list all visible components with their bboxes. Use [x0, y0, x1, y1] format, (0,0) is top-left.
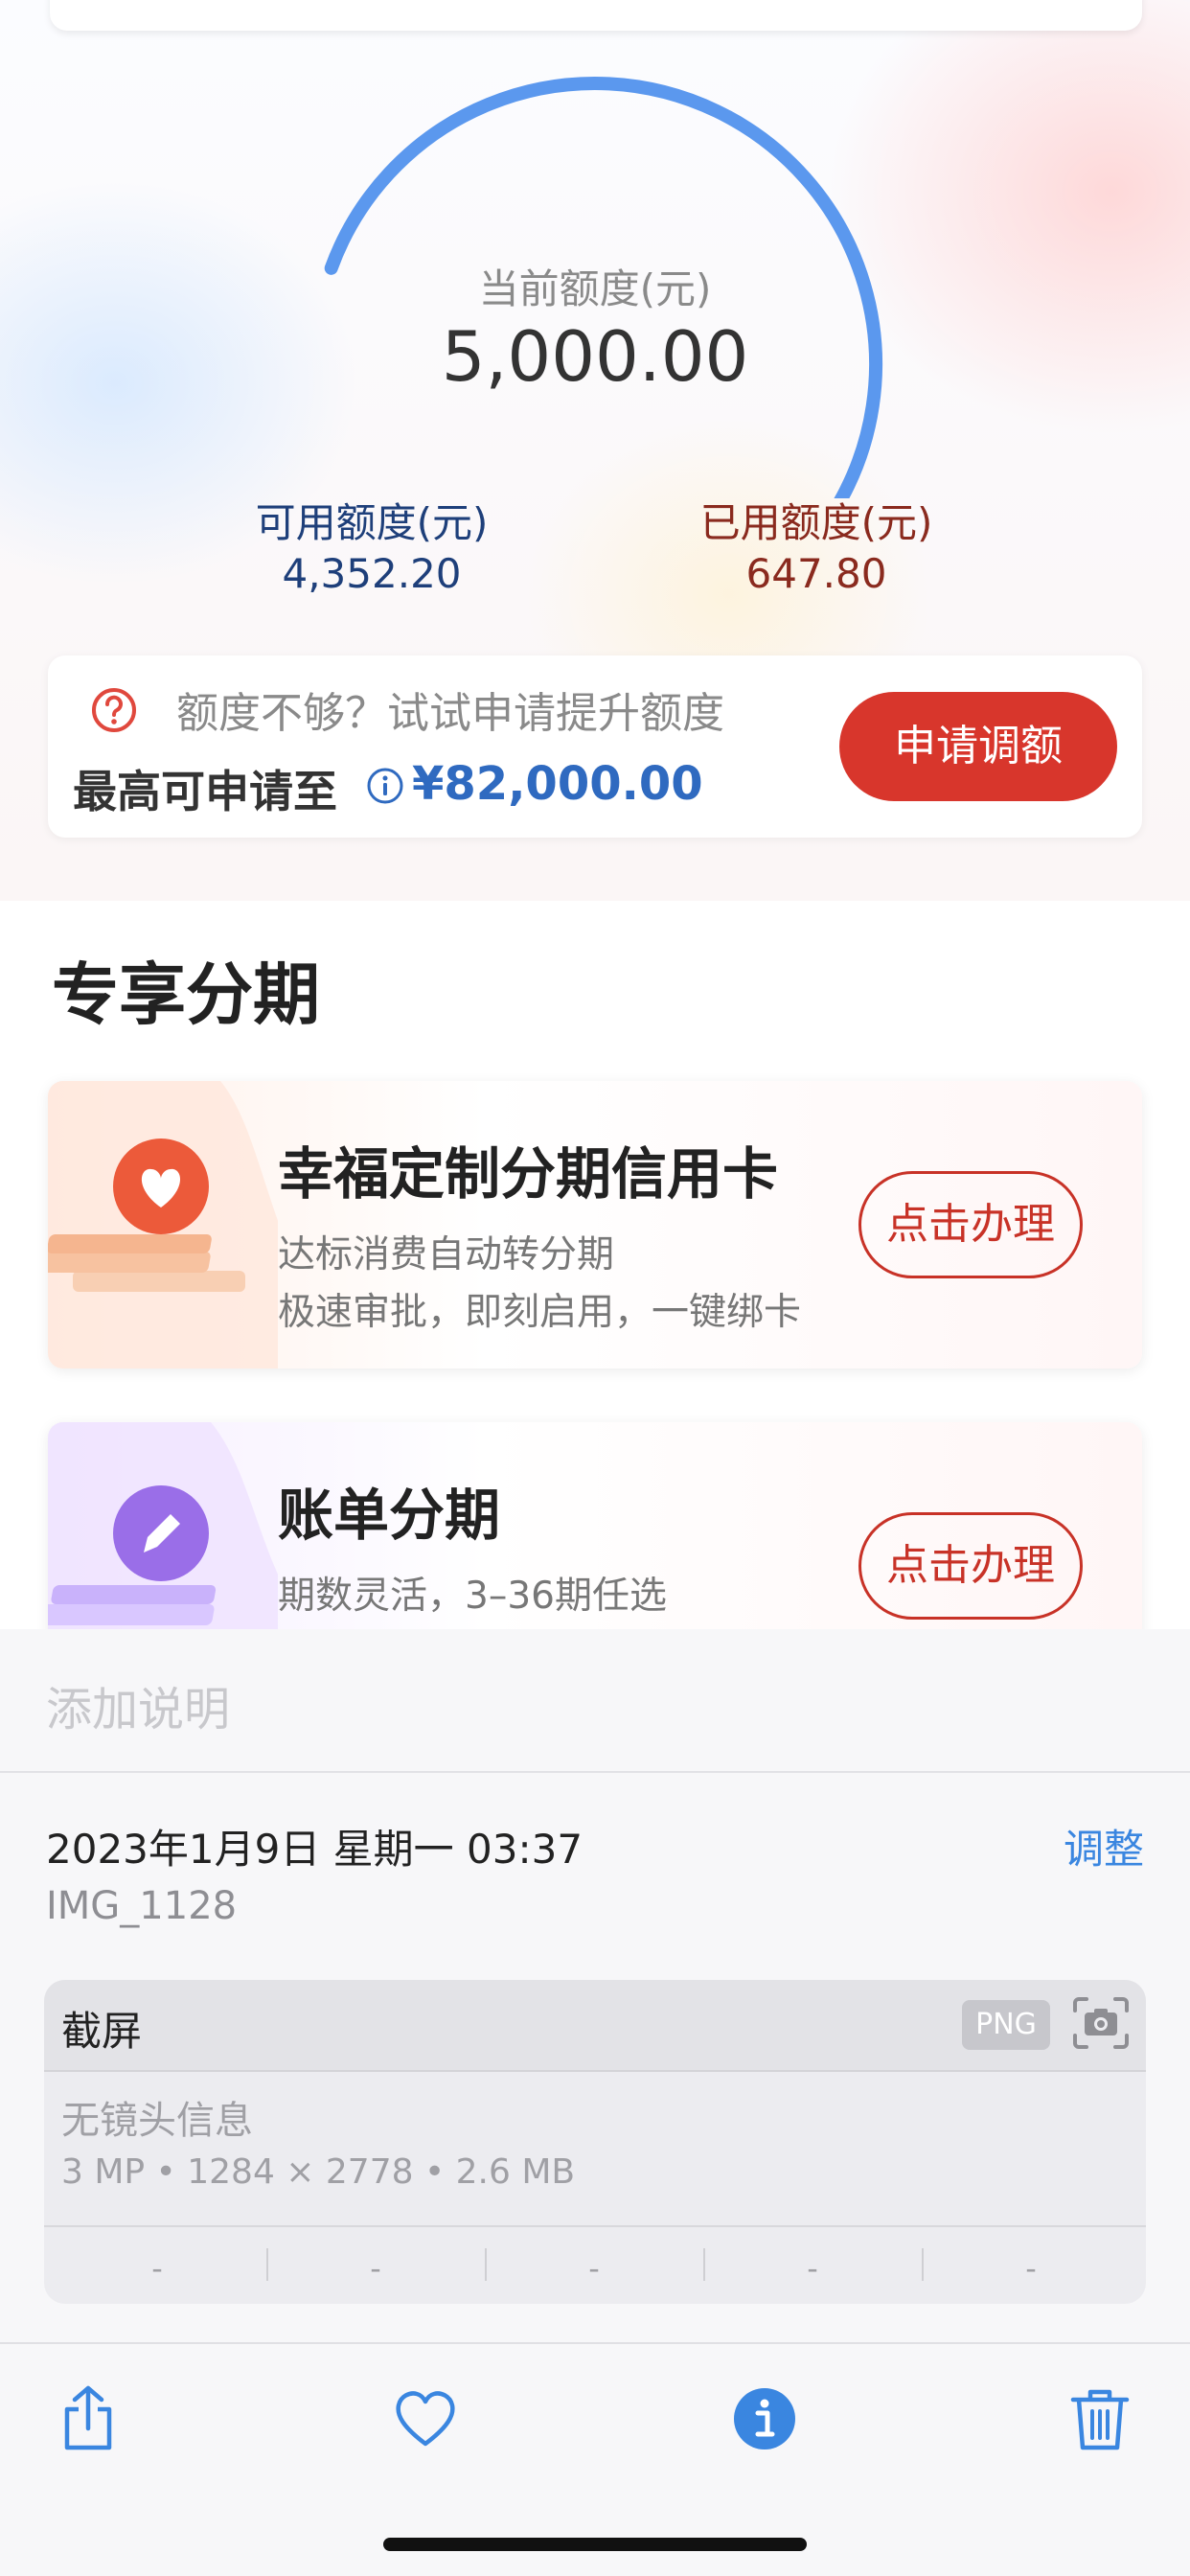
exif-value: -	[807, 2250, 818, 2287]
current-limit-label: 当前额度(元)	[478, 265, 712, 312]
exif-value: -	[588, 2250, 600, 2287]
apply-plan-button[interactable]: 点击办理	[858, 1512, 1083, 1620]
plan-subtitle: 达标消费自动转分期	[278, 1233, 615, 1276]
toolbar-divider	[0, 2342, 1190, 2344]
apply-adjust-button[interactable]: 申请调额	[839, 692, 1117, 801]
section-title: 专享分期	[52, 955, 320, 1034]
info-icon[interactable]	[730, 2384, 799, 2453]
share-icon[interactable]	[54, 2384, 123, 2453]
file-name: IMG_1128	[46, 1884, 238, 1928]
divider	[0, 1771, 1190, 1773]
heart-icon	[48, 1081, 278, 1368]
photo-date: 2023年1月9日 星期一 03:37	[46, 1826, 584, 1873]
trash-icon[interactable]	[1065, 2384, 1134, 2453]
exif-value: -	[1025, 2250, 1037, 2287]
plan-subtitle: 期数灵活，3–36期任选	[278, 1575, 667, 1618]
exif-value: -	[151, 2250, 163, 2287]
info-icon[interactable]	[366, 767, 404, 805]
max-limit-label: 最高可申请至	[73, 766, 337, 817]
plan-subtitle: 极速审批，即刻启用，一键绑卡	[278, 1291, 802, 1334]
lens-info: 无镜头信息	[61, 2099, 253, 2143]
apply-plan-button[interactable]: 点击办理	[858, 1171, 1083, 1278]
available-limit-value: 4,352.20	[282, 550, 462, 597]
image-specs: 3 MP • 1284 × 2778 • 2.6 MB	[61, 2152, 576, 2192]
credit-gauge	[324, 77, 882, 498]
plan-title: 账单分期	[278, 1483, 501, 1548]
used-limit-value: 647.80	[745, 550, 887, 597]
used-limit-label: 已用额度(元)	[699, 499, 933, 546]
max-limit-value: ¥82,000.00	[412, 757, 703, 811]
screenshot-icon	[1073, 1997, 1129, 2049]
heart-icon[interactable]	[391, 2384, 460, 2453]
caption-input[interactable]: 添加说明	[46, 1671, 230, 1738]
format-badge: PNG	[962, 2000, 1050, 2050]
plan-card-installment-card[interactable]: 幸福定制分期信用卡 达标消费自动转分期 极速审批，即刻启用，一键绑卡 点击办理	[48, 1081, 1142, 1368]
exif-value: -	[370, 2250, 381, 2287]
metadata-title: 截屏	[61, 2008, 143, 2055]
plan-card-bill-installment[interactable]: 账单分期 期数灵活，3–36期任选 点击办理	[48, 1422, 1142, 1662]
adjust-date-button[interactable]: 调整	[1064, 1817, 1144, 1875]
plan-title: 幸福定制分期信用卡	[278, 1141, 779, 1207]
home-indicator	[383, 2538, 807, 2551]
question-icon[interactable]	[90, 686, 138, 734]
current-limit-value: 5,000.00	[441, 316, 749, 397]
pencil-icon	[48, 1422, 278, 1662]
limit-hint: 额度不够？试试申请提升额度	[176, 689, 724, 738]
available-limit-label: 可用额度(元)	[255, 499, 489, 546]
divider	[44, 2225, 1146, 2227]
